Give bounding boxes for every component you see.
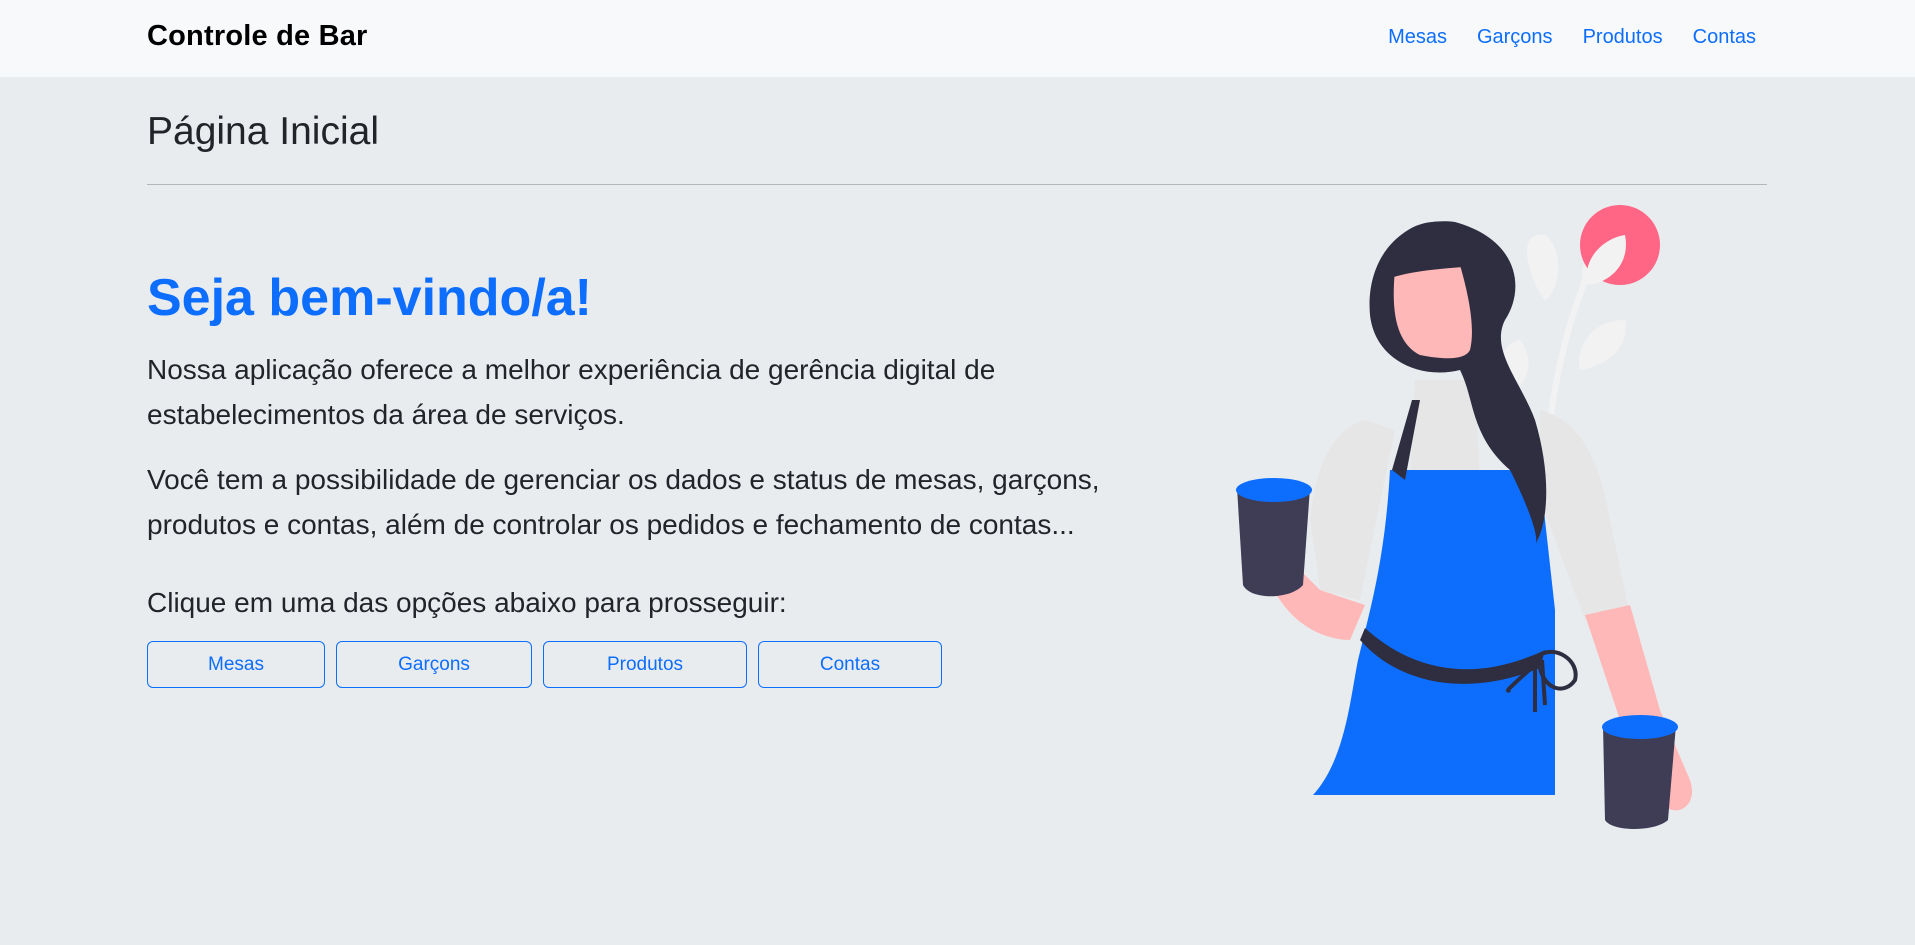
garcons-button[interactable]: Garçons (336, 641, 532, 688)
features-paragraph: Você tem a possibilidade de gerenciar os… (147, 464, 1100, 540)
waitress-illustration-icon (1236, 205, 1693, 829)
contas-button[interactable]: Contas (758, 641, 942, 688)
nav-link-garcons[interactable]: Garçons (1477, 26, 1553, 49)
nav-links: Mesas Garçons Produtos Contas (1388, 26, 1756, 49)
divider (147, 184, 1767, 185)
instruction-paragraph: Clique em uma das opções abaixo para pro… (147, 587, 787, 618)
brand-logo[interactable]: Controle de Bar (147, 20, 368, 53)
intro-paragraph: Nossa aplicação oferece a melhor experiê… (147, 354, 996, 430)
nav-link-mesas[interactable]: Mesas (1388, 26, 1447, 49)
navbar: Controle de Bar Mesas Garçons Produtos C… (0, 0, 1915, 77)
page-title: Página Inicial (147, 110, 379, 153)
mesas-button[interactable]: Mesas (147, 641, 325, 688)
produtos-button[interactable]: Produtos (543, 641, 747, 688)
nav-link-produtos[interactable]: Produtos (1583, 26, 1663, 49)
welcome-heading: Seja bem-vindo/a! (147, 269, 592, 327)
nav-link-contas[interactable]: Contas (1693, 26, 1756, 49)
options-buttons: Mesas Garçons Produtos Contas (147, 641, 942, 688)
